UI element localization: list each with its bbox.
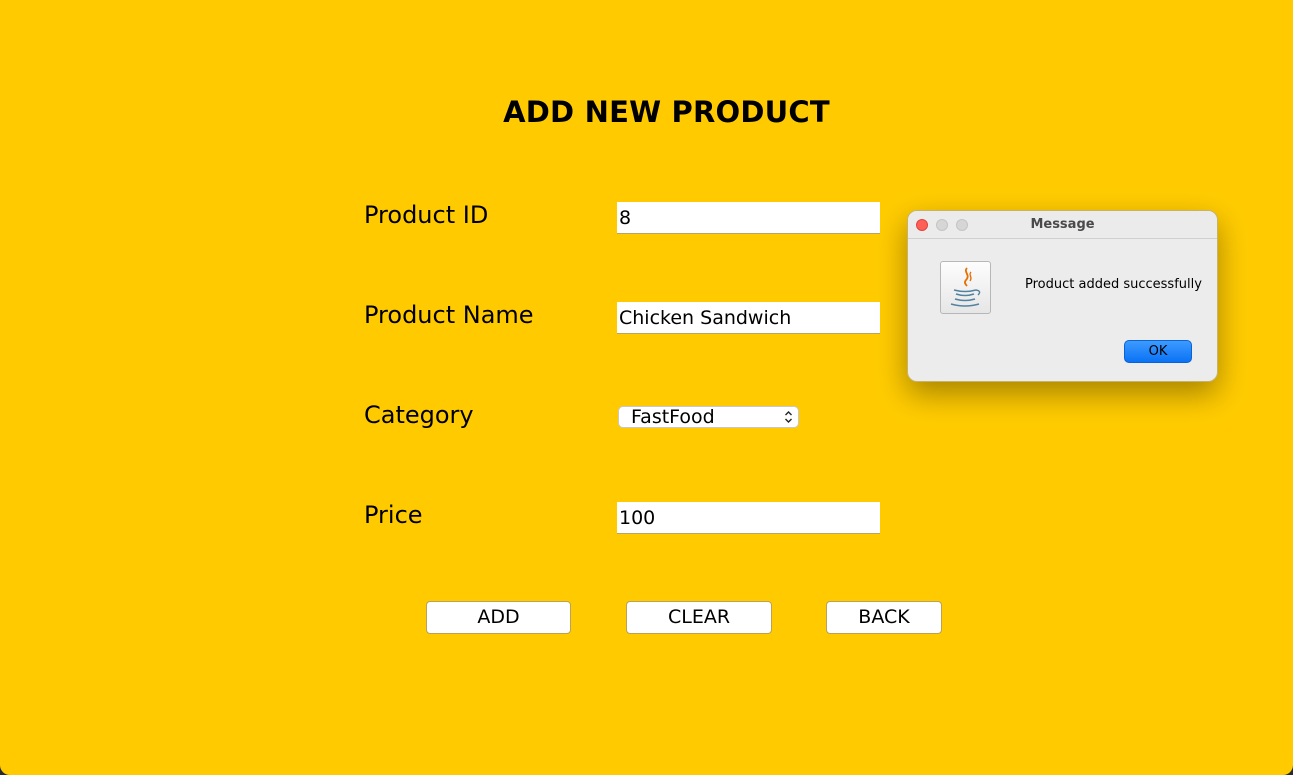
product-name-input[interactable]: Chicken Sandwich xyxy=(617,302,880,334)
ok-button[interactable]: OK xyxy=(1124,340,1192,363)
dialog-titlebar[interactable]: Message xyxy=(908,211,1217,239)
product-id-label: Product ID xyxy=(364,201,489,229)
clear-button[interactable]: CLEAR xyxy=(626,601,772,634)
price-label: Price xyxy=(364,501,423,529)
dialog-title: Message xyxy=(1030,217,1095,232)
price-input[interactable]: 100 xyxy=(617,502,880,534)
chevron-up-down-icon xyxy=(784,409,793,424)
category-select-value: FastFood xyxy=(631,406,715,428)
java-icon xyxy=(940,261,991,314)
product-id-input[interactable]: 8 xyxy=(617,202,880,234)
message-dialog: Message Product added successfully OK xyxy=(907,210,1218,382)
product-name-label: Product Name xyxy=(364,301,534,329)
add-button[interactable]: ADD xyxy=(426,601,571,634)
category-select[interactable]: FastFood xyxy=(618,406,799,428)
category-label: Category xyxy=(364,401,474,429)
dialog-message: Product added successfully xyxy=(1025,277,1202,292)
app-window: ADD NEW PRODUCT Product ID 8 Product Nam… xyxy=(0,0,1293,775)
back-button[interactable]: BACK xyxy=(826,601,942,634)
page-title: ADD NEW PRODUCT xyxy=(503,95,830,129)
